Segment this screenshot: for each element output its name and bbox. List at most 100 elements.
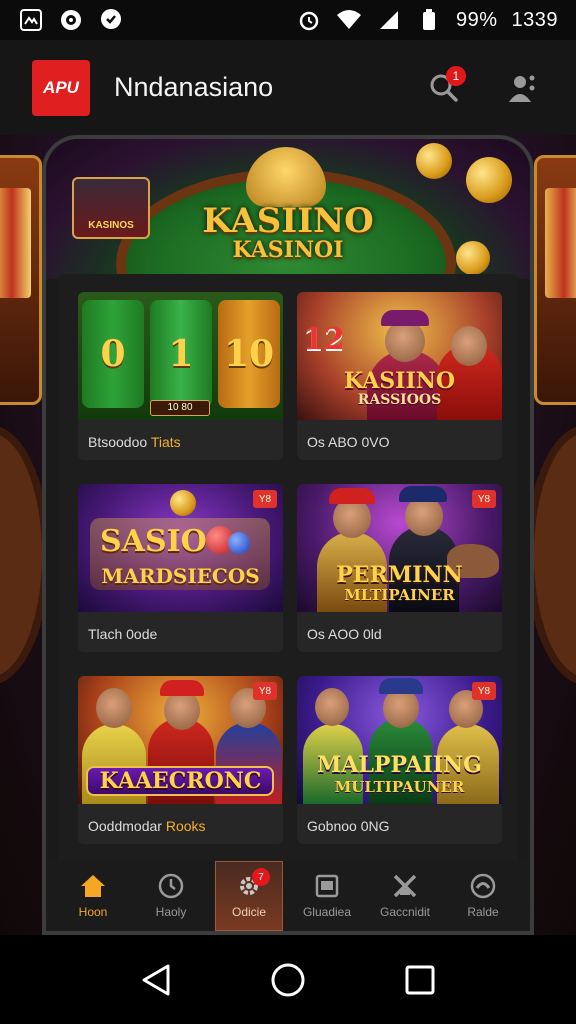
nav-label: Hoon (78, 905, 108, 919)
game-grid: 0 1 10 10 80 Btsoodoo Tiats 12 KASIINO R… (58, 274, 518, 861)
clock-icon (156, 873, 186, 899)
profile-icon (509, 75, 535, 102)
left-slot-machine-art (0, 155, 42, 405)
bottom-nav: Hoon Haoly Odicie 7 Gluadiea Gaccnidit R… (46, 861, 530, 931)
battery-saver-icon (416, 7, 442, 33)
game-caption-text: Os AOO 0ld (307, 626, 382, 642)
game-card[interactable]: MALPPAIING MULTIPAUNER Y8 Gobnoo 0NG (297, 676, 502, 844)
art-title-line2: MULTIPAUNER (334, 778, 465, 796)
search-button[interactable]: 1 (422, 65, 466, 110)
game-caption: Gobnoo 0NG (307, 818, 390, 834)
player-head (315, 688, 349, 726)
player-head (164, 690, 200, 730)
players-art: 12 KASIINO RASSIOOS (297, 292, 502, 420)
game-chip: Y8 (253, 682, 277, 700)
player-cap (329, 488, 375, 504)
game-chip: Y8 (253, 490, 277, 508)
game-chip: Y8 (472, 490, 496, 508)
system-navigation-bar (0, 935, 576, 1024)
player-head (451, 326, 487, 366)
crown-icon (170, 490, 196, 516)
nav-item-games[interactable]: Gaccnidit (371, 861, 439, 931)
reel: 0 (82, 300, 144, 408)
battery-percent: 99% (455, 8, 498, 31)
multiplayer-art: PERMINN MLTIPAINER Y8 (297, 484, 502, 612)
game-card[interactable]: 0 1 10 10 80 Btsoodoo Tiats (78, 292, 283, 460)
crossed-swords-icon (390, 873, 420, 899)
chat-bubble-icon (98, 7, 124, 33)
gamepad-icon (58, 7, 84, 33)
golden-mask-icon (246, 147, 326, 207)
player-head (333, 498, 371, 538)
right-slot-machine-art (534, 155, 576, 405)
nav-item-slots[interactable]: Gluadiea (293, 861, 361, 931)
player-cap (160, 680, 204, 696)
home-icon (78, 873, 108, 899)
player-hat (381, 310, 429, 326)
signal-icon (376, 7, 402, 33)
reel: 1 (150, 300, 212, 408)
status-bar: 99% 1339 (0, 0, 576, 40)
game-caption-text: Ooddmodar (88, 818, 162, 834)
back-triangle-icon[interactable] (136, 960, 176, 1000)
nav-item-home[interactable]: Hoon (59, 861, 127, 931)
player-head (383, 688, 419, 728)
game-caption: Os AOO 0ld (307, 626, 382, 642)
art-title-line1: MALPPAIING (317, 752, 482, 778)
game-caption: Tlach 0ode (88, 626, 157, 642)
art-title-line2: MLTIPAINER (344, 586, 455, 604)
game-caption: Btsoodoo Tiats (88, 434, 181, 450)
game-caption-accent: Rooks (165, 818, 206, 834)
clock: 1339 (511, 8, 558, 31)
reel-tag: 10 80 (150, 400, 210, 416)
game-caption-text: Gobnoo 0NG (307, 818, 390, 834)
home-circle-icon[interactable] (268, 960, 308, 1000)
alarm-icon (296, 7, 322, 33)
team-players-art: KAAECRONC Y8 (78, 676, 283, 804)
nav-label: Ralde (467, 905, 499, 919)
slot-reels-art: 0 1 10 10 80 (78, 292, 283, 420)
phone-frame: KASINOS KASIINO KASINOI 0 1 10 10 80 Bts… (42, 135, 534, 935)
hero-title-line2: KASINOI (232, 237, 344, 263)
search-notification-badge: 1 (446, 65, 466, 86)
profile-circle-icon (468, 873, 498, 899)
screenshot-icon (18, 7, 44, 33)
game-card[interactable]: SASIO MARDSIECOS Y8 Tlach 0ode (78, 484, 283, 652)
game-caption-text: Btsoodoo (88, 434, 148, 450)
app-title: Nndanasiano (114, 72, 274, 102)
mardi-gras-art: SASIO MARDSIECOS Y8 (78, 484, 283, 612)
art-title-line1: KAAECRONC (99, 768, 262, 794)
player-cap (399, 486, 447, 502)
status-right: 99% 1339 (296, 7, 558, 33)
game-card[interactable]: KAAECRONC Y8 Ooddmodar Rooks (78, 676, 283, 844)
profile-button[interactable] (500, 66, 544, 110)
art-title-line1: KASIINO (343, 368, 456, 394)
nav-label: Gaccnidit (379, 905, 431, 919)
nav-item-history[interactable]: Haoly (137, 861, 205, 931)
nav-item-profile[interactable]: Ralde (449, 861, 517, 931)
player-cap (379, 678, 423, 694)
coin-icon (416, 143, 452, 179)
art-title-line1: PERMINN (336, 562, 463, 588)
app-logo[interactable]: APU (32, 59, 90, 116)
game-caption-text: Tlach 0ode (88, 626, 158, 642)
status-left (18, 7, 124, 33)
game-chip: Y8 (472, 682, 496, 700)
art-number: 12 (303, 322, 345, 357)
art-title-line2: MARDSIECOS (101, 564, 260, 588)
hero-title-line1: KASIINO (202, 201, 374, 241)
hero-banner[interactable]: KASINOS KASIINO KASINOI (46, 139, 530, 359)
player-head (96, 688, 132, 728)
coin-icon (466, 157, 512, 203)
player-head (385, 320, 425, 362)
game-caption: Os ABO 0VO (307, 434, 389, 450)
nav-badge: 7 (252, 868, 270, 886)
game-card[interactable]: 12 KASIINO RASSIOOS Os ABO 0VO (297, 292, 502, 460)
slot-machine-icon (312, 873, 342, 899)
casino-background-scene: KASINOS KASIINO KASINOI 0 1 10 10 80 Bts… (0, 135, 576, 935)
nav-item-center[interactable]: Odicie 7 (215, 861, 283, 931)
recents-square-icon[interactable] (400, 960, 440, 1000)
app-bar: APU Nndanasiano 1 (0, 40, 576, 135)
game-card[interactable]: PERMINN MLTIPAINER Y8 Os AOO 0ld (297, 484, 502, 652)
wifi-icon (336, 7, 362, 33)
